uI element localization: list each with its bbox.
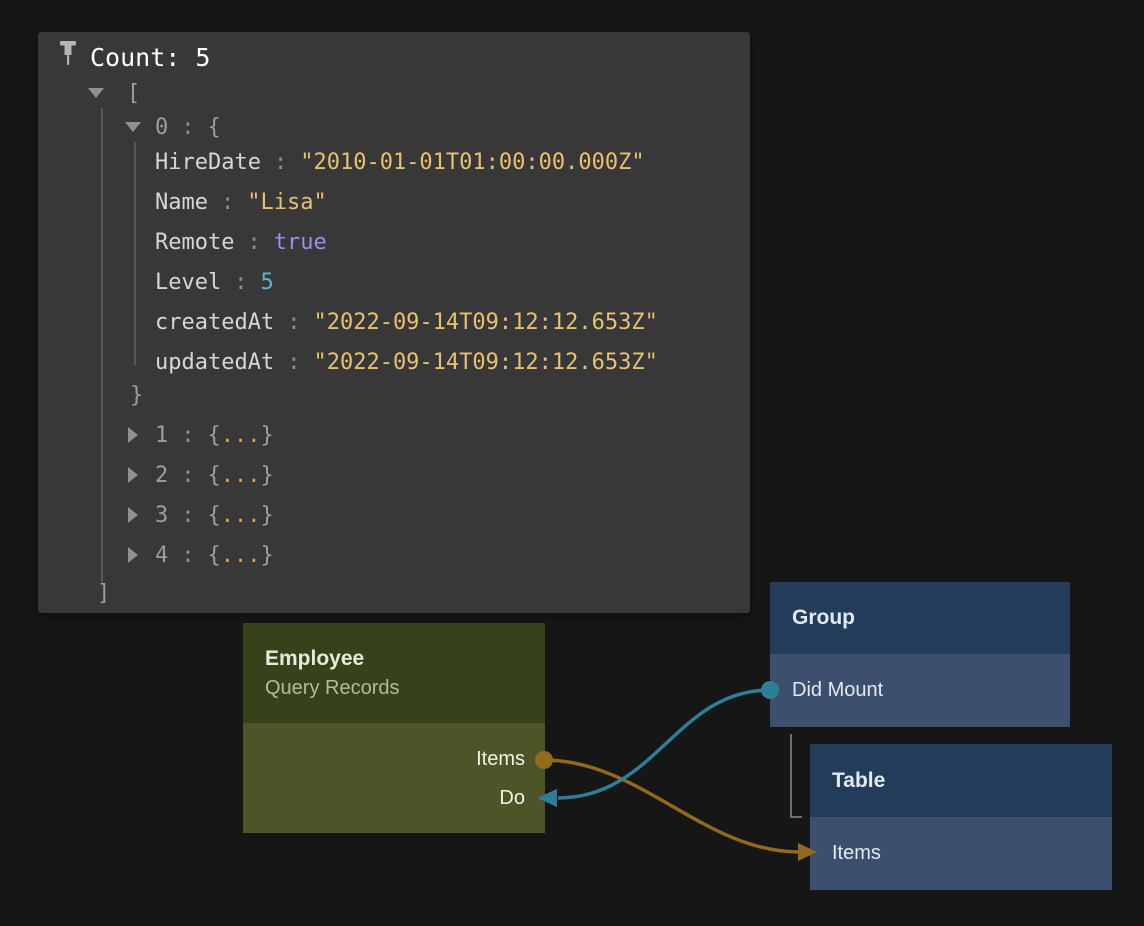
expander-open-icon[interactable]: [88, 88, 104, 98]
pin-icon[interactable]: [56, 41, 80, 73]
port-do-input[interactable]: Do: [243, 778, 545, 818]
tree-row-collapsed[interactable]: 1 : {...}: [155, 415, 274, 455]
node-group-header[interactable]: Group: [770, 582, 1070, 654]
tree-row-collapsed[interactable]: 2 : {...}: [155, 455, 274, 495]
node-employee-body: Items Do: [243, 723, 545, 833]
tree-row-field: updatedAt : "2022-09-14T09:12:12.653Z": [155, 342, 658, 382]
expander-open-icon[interactable]: [125, 122, 141, 132]
indent-guide: [134, 142, 136, 365]
tree-row-collapsed[interactable]: 3 : {...}: [155, 495, 274, 535]
expander-closed-icon[interactable]: [128, 507, 138, 523]
node-table[interactable]: Table Items: [810, 744, 1112, 890]
node-table-body: Items: [810, 817, 1112, 890]
wire-didmount-to-do: [558, 690, 770, 798]
expander-closed-icon[interactable]: [128, 467, 138, 483]
port-items-input[interactable]: Items: [810, 817, 1112, 890]
indent-guide: [101, 108, 103, 583]
port-didmount-output[interactable]: Did Mount: [770, 654, 1070, 727]
tree-row-collapsed[interactable]: 4 : {...}: [155, 535, 274, 575]
node-title: Employee: [265, 644, 545, 674]
tree-row-field: HireDate : "2010-01-01T01:00:00.000Z": [155, 142, 645, 182]
node-group-body: Did Mount: [770, 654, 1070, 727]
tree-row-field: Name : "Lisa": [155, 182, 327, 222]
wire-items-to-items: [544, 760, 799, 852]
node-employee[interactable]: Employee Query Records Items Do: [243, 623, 545, 833]
tree-row-item0-open: 0 : {: [155, 107, 221, 147]
debug-pin-panel: Count: 5 [ 0 : { HireDate : "2010-01-01T…: [38, 32, 750, 613]
flow-canvas: Count: 5 [ 0 : { HireDate : "2010-01-01T…: [0, 0, 1144, 926]
tree-row-item0-close: }: [130, 375, 143, 415]
node-title: Group: [792, 603, 1070, 633]
hierarchy-connector: [791, 734, 802, 817]
node-group[interactable]: Group Did Mount: [770, 582, 1070, 727]
expander-closed-icon[interactable]: [128, 427, 138, 443]
tree-row-array-open: [: [127, 73, 140, 113]
port-items-output[interactable]: Items: [243, 739, 545, 779]
node-employee-header[interactable]: Employee Query Records: [243, 623, 545, 723]
tree-row-array-close: ]: [97, 573, 110, 613]
tree-row-field: Level : 5: [155, 262, 274, 302]
expander-closed-icon[interactable]: [128, 547, 138, 563]
node-table-header[interactable]: Table: [810, 744, 1112, 817]
tree-row-field: createdAt : "2022-09-14T09:12:12.653Z": [155, 302, 658, 342]
panel-title: Count: 5: [90, 40, 210, 76]
tree-row-field: Remote : true: [155, 222, 327, 262]
node-title: Table: [832, 766, 1112, 796]
node-subtitle: Query Records: [265, 674, 545, 703]
